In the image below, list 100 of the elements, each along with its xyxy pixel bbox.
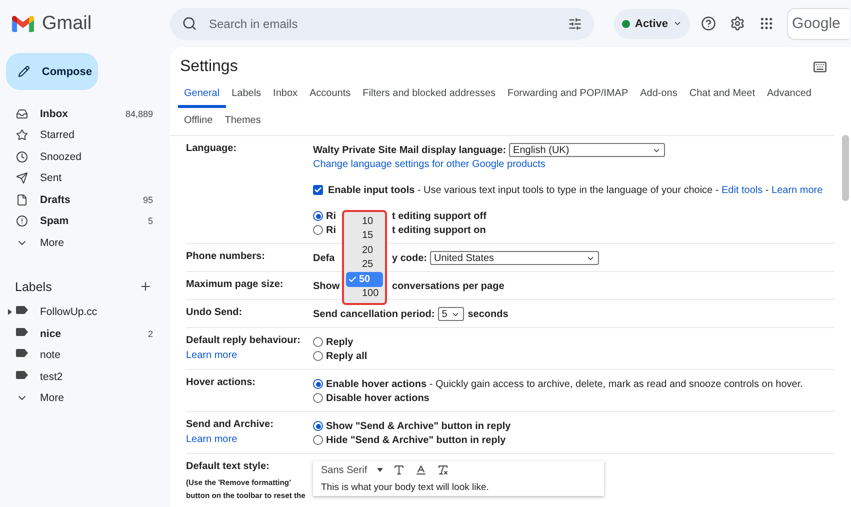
option-text: t editing support on <box>392 224 486 236</box>
setting-label: Undo Send: <box>186 307 244 318</box>
send-icon <box>16 172 28 184</box>
settings-tab[interactable]: Inbox <box>267 81 304 108</box>
option-text: seconds <box>468 308 508 320</box>
label-item[interactable]: nice 2 <box>0 323 170 344</box>
settings-tab[interactable]: Add-ons <box>634 81 684 108</box>
select-field[interactable]: English (UK) <box>509 143 666 157</box>
add-icon[interactable] <box>139 280 152 293</box>
gmail-logo-icon <box>12 16 34 32</box>
star-icon <box>16 129 28 142</box>
option-text: Show "Send & Archive" button in reply <box>326 420 511 432</box>
folder-item[interactable]: Snoozed <box>0 146 170 168</box>
settings-tab[interactable]: Themes <box>218 108 267 135</box>
search-bar[interactable]: Search in emails <box>170 8 594 40</box>
label-icon <box>16 306 28 314</box>
menu-option[interactable]: 50 <box>346 272 383 286</box>
search-icon <box>182 16 197 31</box>
setting-label: Default text style: <box>186 461 270 472</box>
settings-tab[interactable]: Accounts <box>304 81 357 108</box>
folder-item[interactable]: Starred <box>0 124 170 146</box>
expand-arrow-icon[interactable] <box>8 309 12 316</box>
status-button[interactable]: Active <box>614 8 690 38</box>
file-icon <box>16 194 28 206</box>
learn-more-link[interactable]: Learn more <box>186 434 313 445</box>
label-item[interactable]: FollowUp.cc <box>0 302 170 323</box>
link[interactable]: Edit tools <box>722 184 763 196</box>
radio-button[interactable] <box>313 379 323 389</box>
menu-option[interactable]: 15 <box>346 228 383 243</box>
page-title: Settings <box>180 58 238 76</box>
sample-text: This is what your body text will look like. <box>321 482 490 493</box>
option-text: t editing support off <box>392 210 486 222</box>
select-field[interactable]: 5 <box>438 307 464 321</box>
label-icon <box>16 349 28 358</box>
radio-button[interactable] <box>313 337 323 347</box>
text-color-icon[interactable] <box>415 464 428 476</box>
scrollbar-thumb[interactable] <box>842 135 849 201</box>
link[interactable]: Change language settings for other Google products <box>313 158 546 170</box>
settings-tab[interactable]: Filters and blocked addresses <box>356 81 502 108</box>
compose-button[interactable]: Compose <box>6 53 98 90</box>
radio-button[interactable] <box>313 351 323 361</box>
inbox-icon <box>16 108 28 120</box>
checkbox[interactable] <box>313 185 323 195</box>
label-icon <box>16 328 28 336</box>
font-select[interactable]: Sans Serif <box>321 464 368 476</box>
link[interactable]: Learn more <box>772 184 823 196</box>
radio-button[interactable] <box>313 225 323 235</box>
pencil-icon <box>18 65 30 78</box>
remove-formatting-icon[interactable] <box>437 464 450 476</box>
radio-button[interactable] <box>313 435 323 445</box>
setting-label: Maximum page size: <box>186 279 284 290</box>
option-text: conversations per page <box>392 280 504 292</box>
option-text: Enable input tools - Use various text input tools to type in the language of your choice - Edit tools - Learn more <box>328 184 823 196</box>
label-icon <box>16 370 28 379</box>
menu-option[interactable]: 100 <box>346 286 383 301</box>
label-item[interactable]: note <box>0 344 170 366</box>
learn-more-link[interactable]: Learn more <box>186 350 313 361</box>
setting-label: Phone numbers: <box>186 251 266 262</box>
radio-button[interactable] <box>313 393 323 403</box>
chevron-down-icon <box>673 19 682 28</box>
menu-option[interactable]: 10 <box>346 214 383 228</box>
label-item[interactable]: More <box>0 388 170 409</box>
folder-item[interactable]: Inbox 84,889 <box>0 103 170 124</box>
folder-item[interactable]: Spam 5 <box>0 210 170 232</box>
option-text: Enable hover actions - Quickly gain access to archive, delete, mark as read and snooze controls on hover. <box>326 378 803 390</box>
settings-tab[interactable]: Forwarding and POP/IMAP <box>502 81 634 108</box>
menu-option[interactable]: 20 <box>346 243 383 258</box>
settings-tab[interactable]: General <box>178 81 226 108</box>
option-text: y code: <box>392 252 428 264</box>
label-item[interactable]: test2 <box>0 366 170 388</box>
alert-icon <box>16 215 28 228</box>
option-text: Defa <box>313 252 335 264</box>
folder-item[interactable]: Drafts 95 <box>0 189 170 210</box>
option-text: Disable hover actions <box>326 392 430 404</box>
filter-icon[interactable] <box>568 16 582 30</box>
settings-tab[interactable]: Labels <box>226 81 268 108</box>
account-button[interactable]: Google <box>787 8 850 40</box>
caret-icon <box>377 468 384 472</box>
settings-tab[interactable]: Chat and Meet <box>683 81 761 108</box>
settings-tab[interactable]: Offline <box>178 108 219 135</box>
option-text: Show <box>313 280 340 292</box>
option-text: Reply all <box>326 350 368 362</box>
radio-button[interactable] <box>313 421 323 431</box>
select-field[interactable]: United States <box>430 251 600 265</box>
search-field[interactable]: Search in emails <box>207 16 558 32</box>
radio-button[interactable] <box>313 211 323 221</box>
text-style-editor[interactable]: Sans Serif This is what your body text will look like. <box>313 461 604 496</box>
setting-label: Send and Archive: <box>186 419 274 430</box>
option-text: Walty Private Site Mail display language: <box>313 144 506 156</box>
settings-tab[interactable]: Advanced <box>760 81 818 108</box>
folder-item[interactable]: Sent <box>0 168 170 189</box>
option-text: Ri <box>326 210 336 222</box>
text-size-icon[interactable] <box>393 464 406 476</box>
keyboard-icon[interactable] <box>813 60 827 74</box>
clock-icon <box>16 150 28 163</box>
check-icon <box>348 274 357 284</box>
folder-item[interactable]: More <box>0 232 170 254</box>
labels-heading: Labels <box>15 280 52 294</box>
setting-label: Hover actions: <box>186 377 256 388</box>
menu-option[interactable]: 25 <box>346 258 383 272</box>
